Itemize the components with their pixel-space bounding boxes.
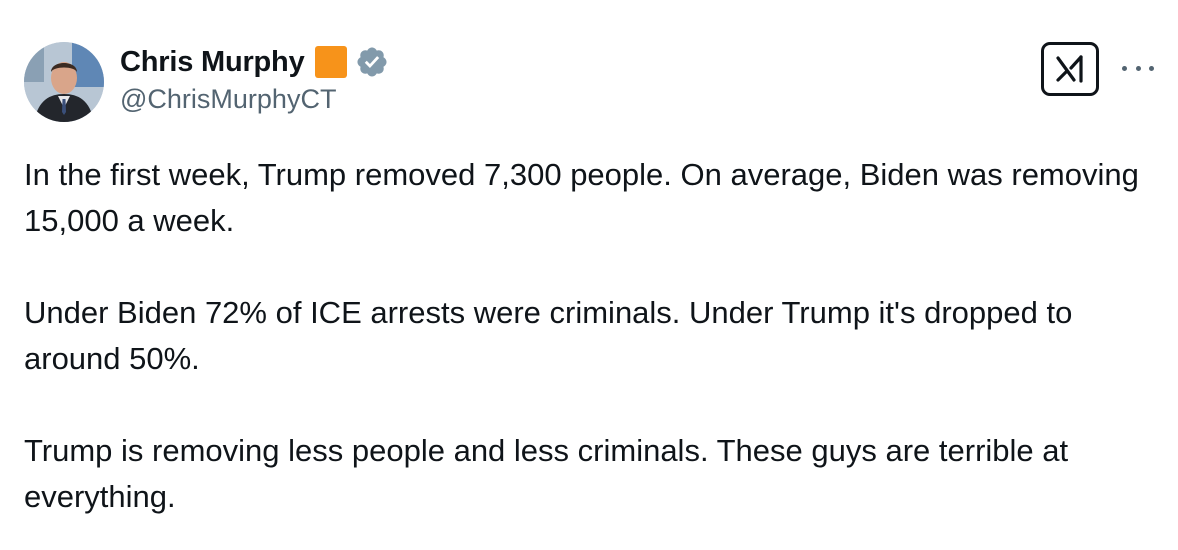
tweet-paragraph: Under Biden 72% of ICE arrests were crim… <box>24 295 1073 376</box>
avatar[interactable] <box>24 42 104 122</box>
tweet-paragraph: In the first week, Trump removed 7,300 p… <box>24 157 1139 238</box>
more-options-dot <box>1135 65 1141 71</box>
more-options-button[interactable] <box>1122 58 1154 78</box>
more-options-dot <box>1149 65 1154 71</box>
author-handle[interactable]: @ChrisMurphyCT <box>120 84 336 115</box>
avatar-photo <box>24 42 104 122</box>
tweet-paragraph: Trump is removing less people and less c… <box>24 433 1069 514</box>
grok-icon <box>1056 55 1083 83</box>
orange-flair-icon <box>314 46 347 78</box>
author-name-row: Chris Murphy <box>120 44 389 80</box>
tweet-text: In the first week, Trump removed 7,300 p… <box>24 152 1164 520</box>
author-display-name[interactable]: Chris Murphy <box>120 46 305 79</box>
tweet-card: Chris Murphy @ChrisMurphyCT In the first… <box>0 0 1178 550</box>
grok-button[interactable] <box>1041 42 1099 96</box>
verified-badge-icon[interactable] <box>355 45 389 79</box>
more-options-icon <box>1122 65 1127 71</box>
